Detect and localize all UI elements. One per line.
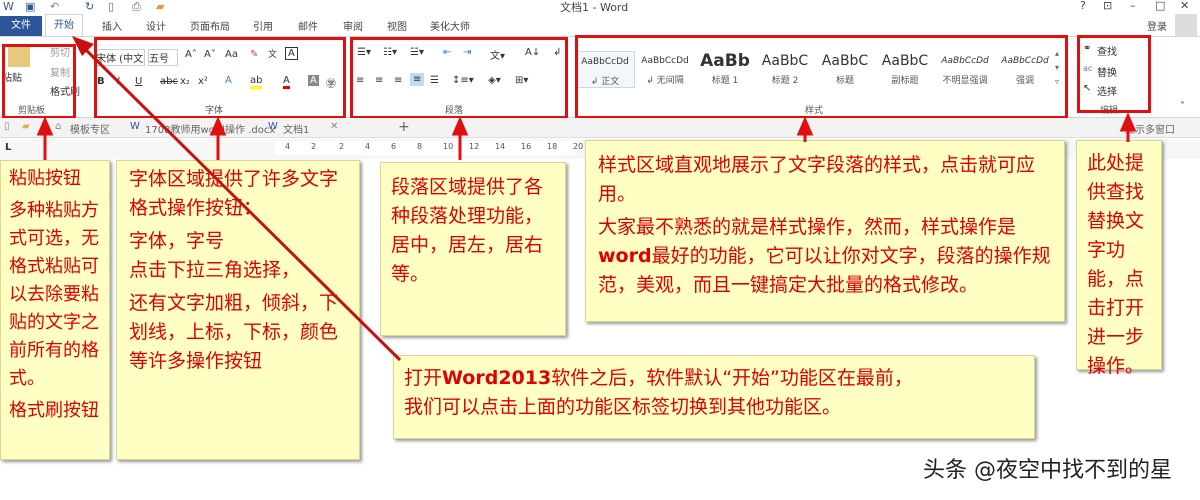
arrow-head — [796, 116, 814, 136]
watermark: 头条 @夜空中找不到的星 — [923, 458, 1172, 483]
arrow-head — [36, 116, 54, 136]
arrow-head — [451, 116, 469, 136]
arrow-head — [209, 116, 227, 136]
annotation-arrows — [36, 36, 1137, 362]
arrow-head — [1119, 112, 1137, 132]
arrow-to-home-tab — [78, 42, 402, 362]
